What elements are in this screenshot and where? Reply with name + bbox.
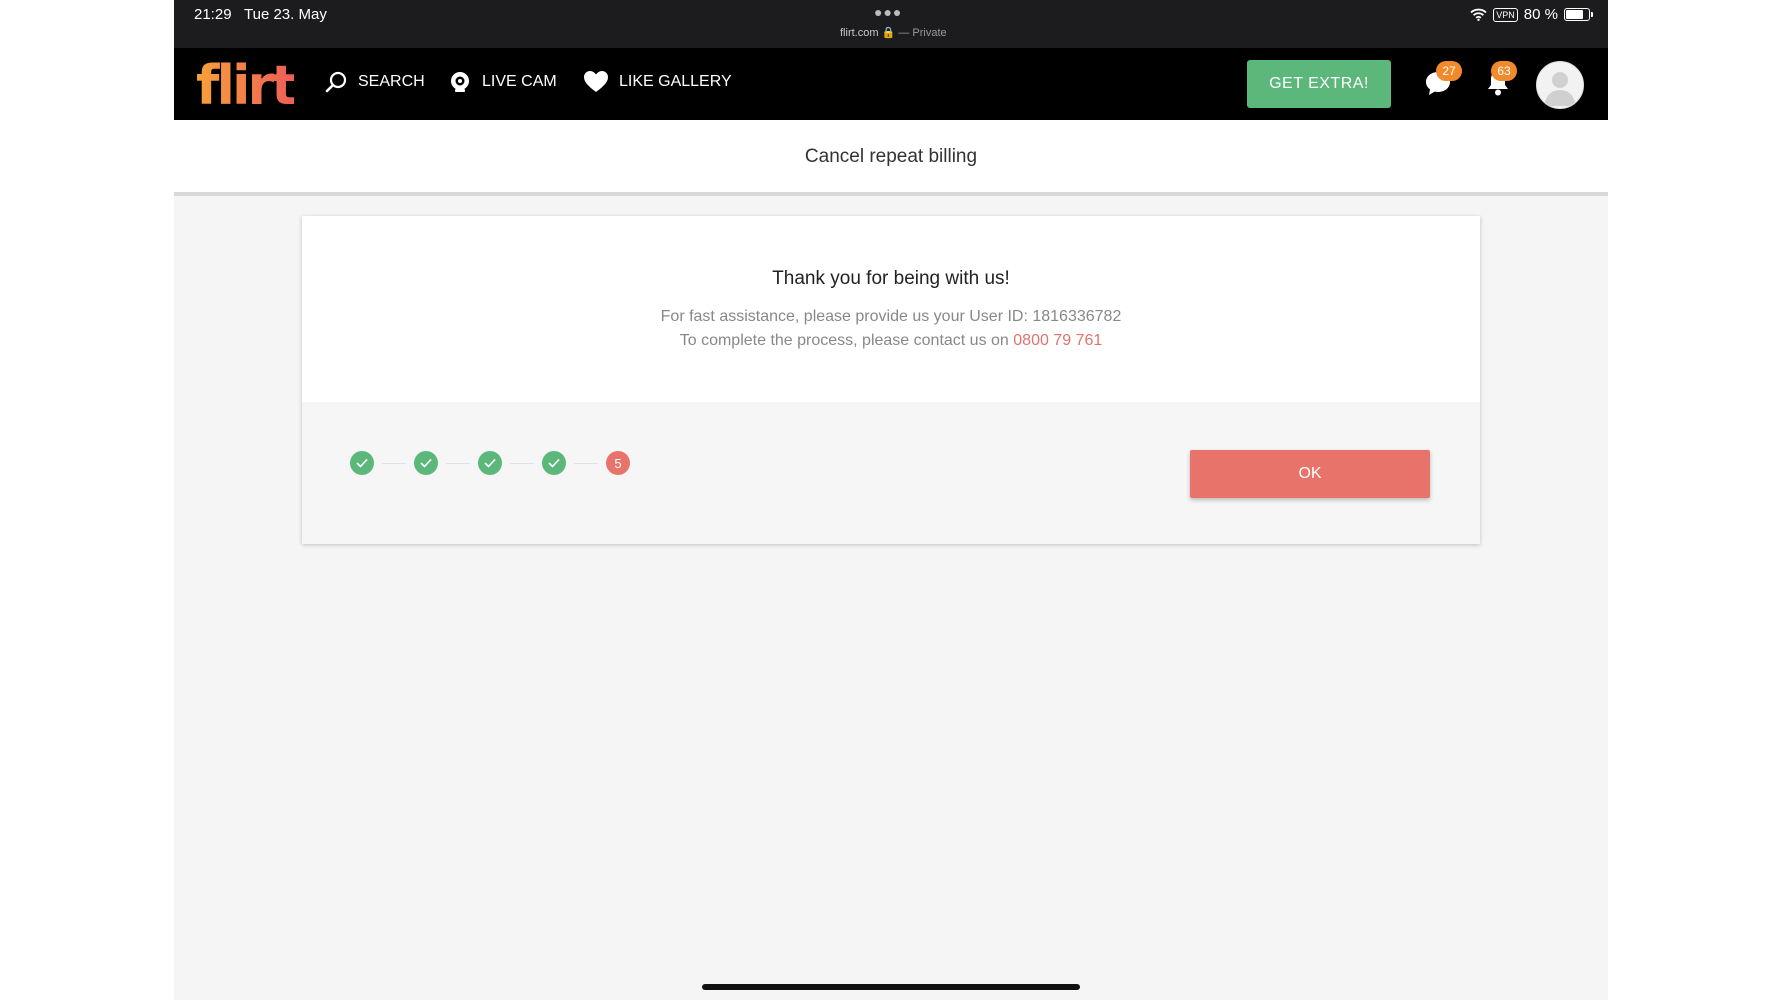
checkmark-icon xyxy=(420,458,432,468)
flirt-logo[interactable]: flirt xyxy=(196,56,297,116)
checkmark-icon xyxy=(356,458,368,468)
user-avatar[interactable] xyxy=(1536,61,1584,109)
user-id-text: For fast assistance, please provide us y… xyxy=(660,308,1122,325)
nav-search-label: SEARCH xyxy=(358,73,425,90)
nav-search[interactable]: SEARCH xyxy=(324,70,425,94)
step-connector xyxy=(574,462,598,464)
status-right: VPN 80 % xyxy=(1470,6,1593,23)
contact-prefix: To complete the process, please contact … xyxy=(679,332,1014,349)
phone-link[interactable]: 0800 79 761 xyxy=(1013,332,1102,349)
private-label: — Private xyxy=(898,27,947,39)
vpn-icon: VPN xyxy=(1493,7,1518,22)
status-bar: 21:29 Tue 23. May ●●● flirt.com 🔒 — Priv… xyxy=(174,0,1608,48)
browser-menu-dots-icon[interactable]: ●●● xyxy=(874,4,902,20)
messages-button[interactable]: 27 xyxy=(1424,61,1462,102)
ok-button[interactable]: OK xyxy=(1190,450,1430,498)
page-header: Cancel repeat billing xyxy=(174,120,1608,196)
contact-text: To complete the process, please contact … xyxy=(302,332,1480,350)
url-text: flirt.com xyxy=(840,27,879,39)
card-message-area: Thank you for being with us! For fast as… xyxy=(302,216,1480,402)
nav-like-gallery-label: LIKE GALLERY xyxy=(619,73,732,90)
card-heading: Thank you for being with us! xyxy=(772,268,1010,289)
step-2-complete xyxy=(414,451,438,475)
step-3-complete xyxy=(478,451,502,475)
wifi-icon xyxy=(1470,8,1487,21)
step-connector xyxy=(510,462,534,464)
webcam-icon xyxy=(451,72,469,92)
card-footer: 5 OK xyxy=(302,402,1480,544)
step-4-complete xyxy=(542,451,566,475)
nav-live-cam[interactable]: LIVE CAM xyxy=(448,70,557,94)
nav-like-gallery[interactable]: LIKE GALLERY xyxy=(583,70,732,94)
step-connector xyxy=(382,462,406,464)
progress-steps: 5 xyxy=(350,451,630,475)
notifications-count-badge: 63 xyxy=(1491,61,1517,81)
get-extra-button[interactable]: GET EXTRA! xyxy=(1247,60,1391,108)
step-1-complete xyxy=(350,451,374,475)
heart-icon xyxy=(584,71,608,92)
checkmark-icon xyxy=(548,458,560,468)
battery-icon xyxy=(1564,8,1593,21)
browser-url[interactable]: flirt.com 🔒 — Private xyxy=(840,26,947,39)
lock-icon: 🔒 xyxy=(881,27,896,39)
checkmark-icon xyxy=(484,458,496,468)
home-indicator[interactable] xyxy=(702,984,1080,990)
messages-count-badge: 27 xyxy=(1436,61,1462,81)
battery-percent: 80 % xyxy=(1523,6,1558,23)
device-screen: 21:29 Tue 23. May ●●● flirt.com 🔒 — Priv… xyxy=(174,0,1608,1000)
user-silhouette-icon xyxy=(1544,72,1576,106)
step-5-current: 5 xyxy=(606,451,630,475)
search-icon xyxy=(325,71,347,93)
notifications-button[interactable]: 63 xyxy=(1485,61,1517,102)
status-time: 21:29 xyxy=(194,6,232,23)
page-title: Cancel repeat billing xyxy=(804,146,978,167)
top-navbar: flirt SEARCH LIVE CAM LIKE GALLERY GET E… xyxy=(174,48,1608,120)
confirmation-card: Thank you for being with us! For fast as… xyxy=(302,216,1480,544)
nav-live-cam-label: LIVE CAM xyxy=(482,73,557,90)
status-date: Tue 23. May xyxy=(244,6,327,23)
step-connector xyxy=(446,462,470,464)
